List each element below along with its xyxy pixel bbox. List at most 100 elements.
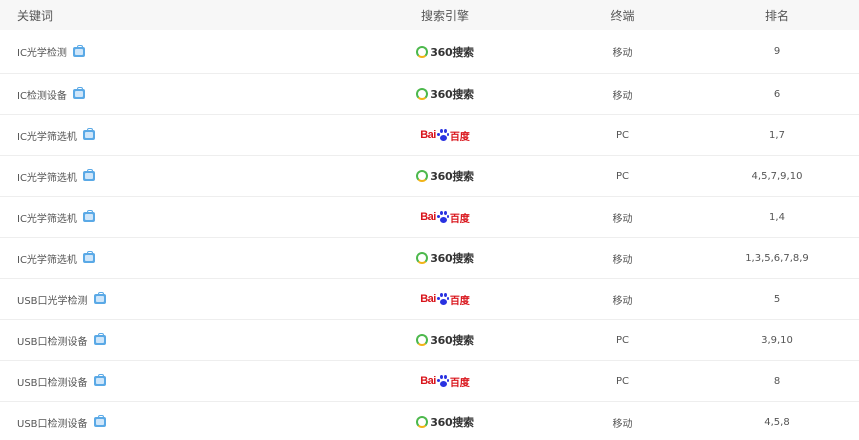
briefcase-icon[interactable] [93, 374, 106, 386]
360-ring-icon [416, 170, 429, 182]
keyword-cell: IC光学筛选机 [0, 169, 340, 184]
baidu-logo-bai: Bai [420, 211, 436, 223]
360-logo-text: 360搜索 [430, 334, 474, 347]
engine-cell: Bai 百度 [340, 374, 550, 389]
header-terminal: 终端 [610, 8, 635, 23]
terminal-cell: 移动 [612, 90, 633, 102]
rank-cell: 4,5,8 [764, 416, 790, 428]
keyword-text[interactable]: IC光学筛选机 [17, 169, 77, 184]
360-logo-icon: 360搜索 [416, 332, 474, 348]
baidu-logo-bai: Bai [420, 293, 436, 305]
terminal-cell: PC [615, 129, 629, 141]
briefcase-icon[interactable] [93, 333, 106, 345]
keyword-cell: IC检测设备 [0, 87, 340, 102]
360-ring-icon [416, 334, 429, 346]
paw-icon [436, 375, 449, 387]
header-rank: 排名 [764, 8, 789, 23]
rank-cell: 6 [773, 88, 781, 100]
terminal-cell: 移动 [612, 418, 633, 430]
baidu-logo-cn: 百度 [449, 295, 470, 307]
baidu-logo-bai: Bai [420, 129, 436, 141]
rank-cell: 8 [773, 375, 781, 387]
360-ring-icon [416, 45, 429, 58]
table-row: IC光学筛选机 360搜索 移动 1,3,5,6,7,8,9 [0, 238, 859, 279]
engine-cell: Bai 百度 [340, 210, 550, 225]
360-logo-text: 360搜索 [430, 252, 474, 265]
table-header: 关键词 搜索引擎 终端 排名 [0, 0, 859, 30]
baidu-logo-cn: 百度 [449, 131, 470, 143]
keyword-text[interactable]: USB口检测设备 [17, 333, 88, 348]
360-ring-icon [416, 416, 429, 428]
keyword-text[interactable]: IC检测设备 [17, 87, 67, 102]
keyword-cell: USB口检测设备 [0, 333, 340, 348]
table-row: IC光学筛选机 Bai 百度 移动 1,4 [0, 197, 859, 238]
keyword-cell: IC光学筛选机 [0, 210, 340, 225]
baidu-logo-cn: 百度 [449, 213, 470, 225]
engine-cell: 360搜索 [340, 250, 550, 266]
paw-icon [436, 211, 449, 223]
360-logo-icon: 360搜索 [416, 250, 474, 266]
briefcase-icon[interactable] [82, 251, 95, 263]
keyword-cell: IC光学检测 [0, 44, 340, 59]
360-ring-icon [416, 88, 429, 100]
table-row: IC光学筛选机 Bai 百度 PC 1,7 [0, 115, 859, 156]
terminal-cell: PC [615, 334, 629, 346]
briefcase-icon[interactable] [72, 87, 85, 99]
briefcase-icon[interactable] [93, 292, 106, 304]
table-body: IC光学检测 360搜索 移动 9 IC检测设备 360搜索 移动 6 IC光学筛选机 Bai 百度… [0, 30, 859, 440]
baidu-logo-cn: 百度 [449, 377, 470, 389]
360-logo-text: 360搜索 [430, 88, 474, 101]
engine-cell: 360搜索 [340, 414, 550, 430]
briefcase-icon[interactable] [82, 169, 95, 181]
briefcase-icon[interactable] [72, 44, 85, 57]
keyword-text[interactable]: USB口光学检测 [17, 292, 88, 307]
keyword-cell: USB口检测设备 [0, 415, 340, 430]
terminal-cell: 移动 [612, 213, 633, 225]
briefcase-icon[interactable] [82, 128, 95, 140]
terminal-cell: 移动 [612, 48, 633, 59]
360-ring-icon [416, 252, 429, 264]
keyword-text[interactable]: USB口检测设备 [17, 374, 88, 389]
paw-icon [436, 129, 449, 141]
table-row: IC检测设备 360搜索 移动 6 [0, 74, 859, 115]
360-logo-text: 360搜索 [430, 45, 474, 59]
engine-cell: Bai 百度 [340, 292, 550, 307]
engine-cell: 360搜索 [340, 44, 550, 60]
table-row: USB口检测设备 360搜索 移动 4,5,8 [0, 402, 859, 440]
baidu-logo-icon: Bai 百度 [420, 374, 470, 389]
360-logo-text: 360搜索 [430, 170, 474, 183]
keyword-text[interactable]: IC光学筛选机 [17, 210, 77, 225]
table-row: USB口检测设备 360搜索 PC 3,9,10 [0, 320, 859, 361]
360-logo-icon: 360搜索 [416, 414, 474, 430]
rank-cell: 4,5,7,9,10 [751, 170, 803, 182]
engine-cell: Bai 百度 [340, 128, 550, 143]
header-engine: 搜索引擎 [420, 8, 469, 23]
keyword-text[interactable]: IC光学筛选机 [17, 251, 77, 266]
terminal-cell: PC [615, 170, 629, 182]
header-keyword: 关键词 [17, 8, 54, 23]
rank-cell: 5 [773, 293, 781, 305]
baidu-logo-bai: Bai [420, 375, 436, 387]
table-row: IC光学检测 360搜索 移动 9 [0, 30, 859, 74]
ranking-table: 关键词 搜索引擎 终端 排名 IC光学检测 360搜索 移动 9 IC检测设备 360搜索… [0, 0, 859, 440]
paw-icon [436, 293, 449, 305]
table-row: USB口光学检测 Bai 百度 移动 5 [0, 279, 859, 320]
briefcase-icon[interactable] [82, 210, 95, 222]
keyword-text[interactable]: IC光学筛选机 [17, 128, 77, 143]
keyword-text[interactable]: USB口检测设备 [17, 415, 88, 430]
rank-cell: 3,9,10 [761, 334, 793, 346]
engine-cell: 360搜索 [340, 86, 550, 102]
keyword-text[interactable]: IC光学检测 [17, 44, 67, 59]
table-row: USB口检测设备 Bai 百度 PC 8 [0, 361, 859, 402]
keyword-cell: IC光学筛选机 [0, 251, 340, 266]
keyword-cell: USB口检测设备 [0, 374, 340, 389]
engine-cell: 360搜索 [340, 332, 550, 348]
rank-cell: 1,4 [769, 211, 785, 223]
360-logo-icon: 360搜索 [416, 86, 474, 102]
360-logo-icon: 360搜索 [416, 44, 474, 60]
table-row: IC光学筛选机 360搜索 PC 4,5,7,9,10 [0, 156, 859, 197]
baidu-logo-icon: Bai 百度 [420, 292, 470, 307]
baidu-logo-icon: Bai 百度 [420, 210, 470, 225]
briefcase-icon[interactable] [93, 415, 106, 427]
360-logo-icon: 360搜索 [416, 168, 474, 184]
